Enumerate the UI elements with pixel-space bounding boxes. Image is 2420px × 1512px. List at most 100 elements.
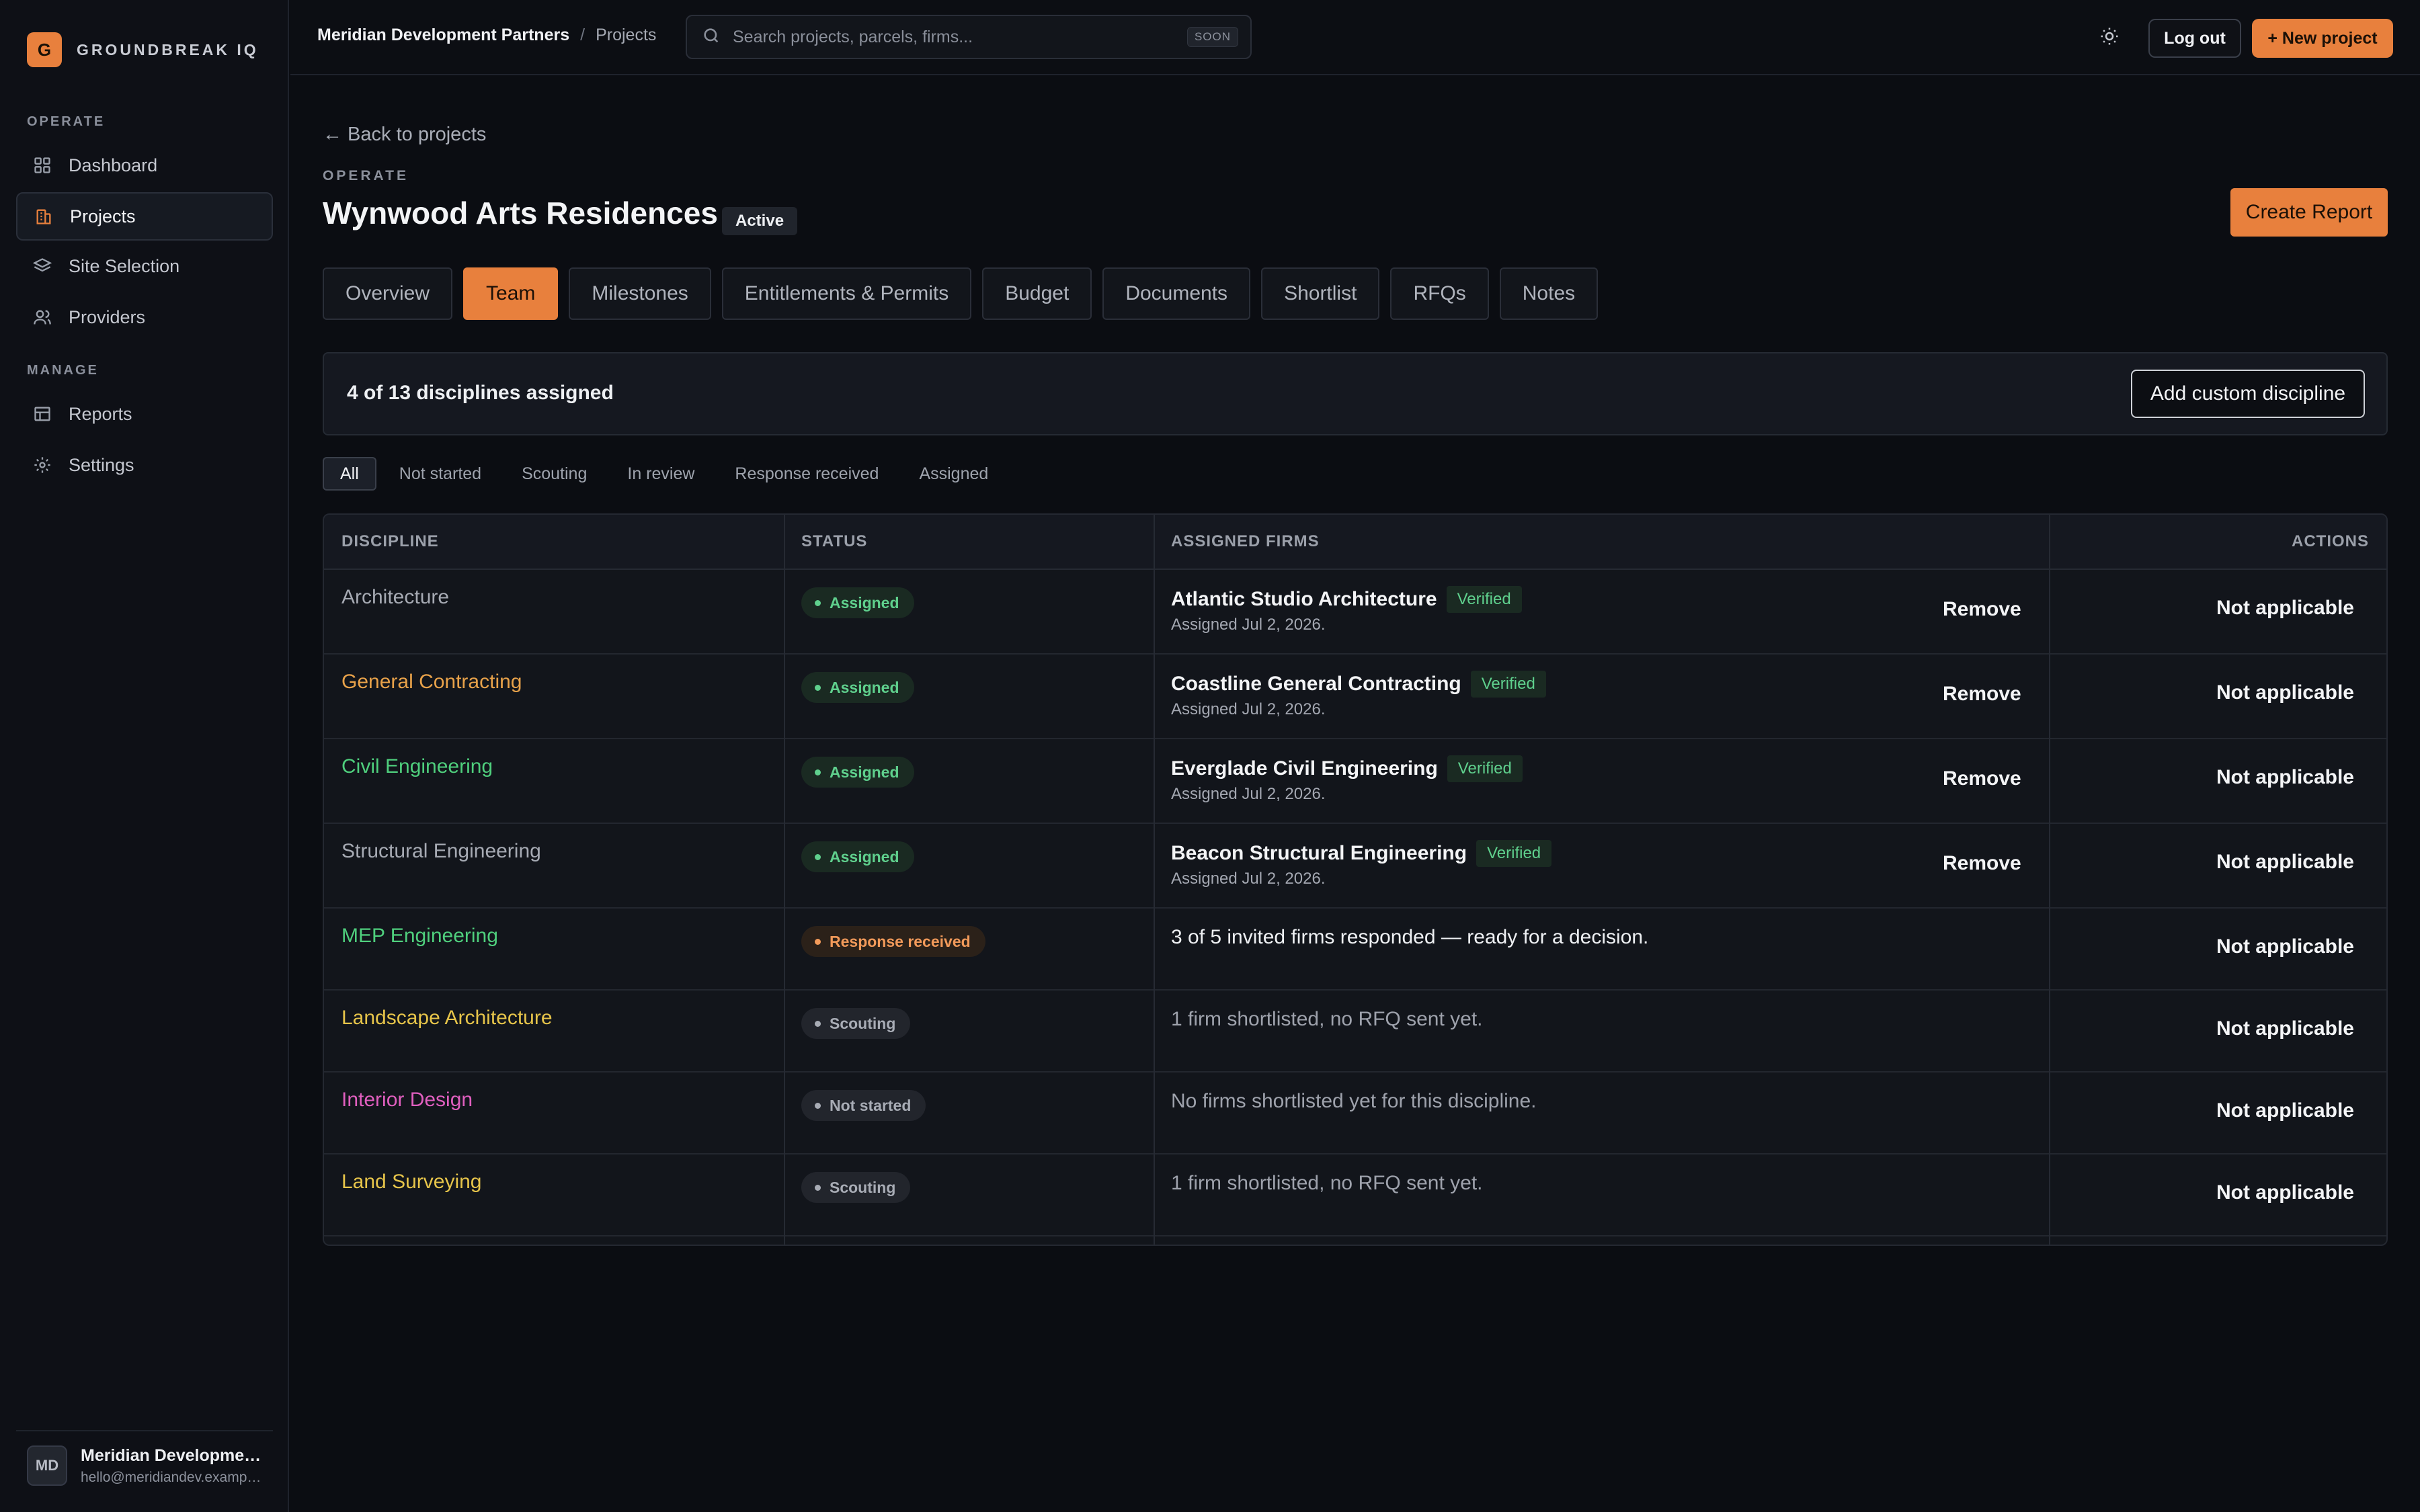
add-custom-discipline-button[interactable]: Add custom discipline (2131, 370, 2365, 418)
sidebar-item-reports[interactable]: Reports (16, 390, 273, 438)
sidebar-item-settings[interactable]: Settings (16, 441, 273, 489)
sidebar-item-dashboard[interactable]: Dashboard (16, 141, 273, 190)
firm-name-text: Everglade Civil Engineering (1171, 757, 1438, 780)
column-header-assigned-firms: ASSIGNED FIRMS (1171, 532, 1320, 550)
tab-budget[interactable]: Budget (982, 267, 1092, 320)
not-applicable-action[interactable]: Not applicable (2216, 681, 2354, 704)
filter-in-review[interactable]: In review (610, 457, 712, 491)
table-header: DISCIPLINE STATUS ASSIGNED FIRMS ACTIONS (324, 515, 2386, 570)
breadcrumb-org[interactable]: Meridian Development Partners (317, 26, 569, 45)
verified-badge: Verified (1476, 840, 1552, 867)
firm-name[interactable]: Beacon Structural Engineering Verified (1171, 840, 1552, 867)
firms-note: 1 firm shortlisted, no RFQ sent yet. (1171, 1172, 1483, 1194)
discipline-name[interactable]: Architecture (341, 586, 449, 609)
remove-firm-button[interactable]: Remove (1943, 683, 2021, 706)
tab-documents[interactable]: Documents (1102, 267, 1251, 320)
brand[interactable]: G GROUNDBREAK IQ (27, 32, 259, 67)
status-pill: Assigned (801, 672, 914, 703)
filter-scouting[interactable]: Scouting (504, 457, 604, 491)
table-row: General Contracting Assigned Coastline G… (324, 655, 2386, 739)
firm-name[interactable]: Everglade Civil Engineering Verified (1171, 755, 1523, 782)
firm-name[interactable]: Atlantic Studio Architecture Verified (1171, 586, 1522, 613)
topbar: Meridian Development Partners / Projects… (290, 0, 2420, 75)
discipline-name[interactable]: Interior Design (341, 1089, 473, 1111)
search-input[interactable]: Search projects, parcels, firms... SOON (686, 15, 1252, 59)
not-applicable-action[interactable]: Not applicable (2216, 597, 2354, 620)
discipline-name[interactable]: Civil Engineering (341, 755, 493, 778)
tab-team[interactable]: Team (463, 267, 559, 320)
new-project-button[interactable]: + New project (2252, 19, 2393, 58)
user-email: hello@meridiandev.example.com (81, 1469, 262, 1485)
theme-toggle-button[interactable] (2093, 22, 2126, 54)
tab-entitlements-permits[interactable]: Entitlements & Permits (721, 267, 972, 320)
brand-name: GROUNDBREAK IQ (77, 40, 259, 58)
tab-overview[interactable]: Overview (323, 267, 453, 320)
sun-icon (2099, 26, 2120, 50)
sidebar-item-projects[interactable]: Projects (16, 192, 273, 241)
users-icon (32, 307, 52, 327)
breadcrumb-separator: / (580, 26, 586, 44)
status-pill: Response received (801, 926, 985, 957)
logout-button[interactable]: Log out (2148, 19, 2241, 58)
user-card[interactable]: MD Meridian Development Partners hello@m… (16, 1430, 273, 1500)
column-header-actions: ACTIONS (2292, 532, 2369, 550)
status-pill: Not started (801, 1090, 926, 1121)
discipline-name[interactable]: Landscape Architecture (341, 1007, 553, 1030)
sidebar-item-label: Dashboard (69, 155, 158, 175)
sidebar-item-site-selection[interactable]: Site Selection (16, 242, 273, 290)
remove-firm-button[interactable]: Remove (1943, 598, 2021, 621)
nav-section-operate: OPERATE (27, 114, 106, 129)
search-soon-badge: SOON (1186, 27, 1238, 47)
sidebar: G GROUNDBREAK IQ OPERATE Dashboard Proje… (0, 0, 289, 1512)
not-applicable-action[interactable]: Not applicable (2216, 935, 2354, 958)
create-report-button[interactable]: Create Report (2230, 188, 2388, 237)
status-pill: Assigned (801, 587, 914, 618)
discipline-name[interactable]: Structural Engineering (341, 840, 541, 863)
table-row: Structural Engineering Assigned Beacon S… (324, 824, 2386, 909)
search-placeholder: Search projects, parcels, firms... (733, 27, 973, 46)
column-header-status: STATUS (801, 532, 868, 550)
breadcrumb-page[interactable]: Projects (596, 26, 656, 45)
layers-icon (32, 256, 52, 276)
tab-milestones[interactable]: Milestones (569, 267, 711, 320)
tab-notes[interactable]: Notes (1499, 267, 1599, 320)
not-applicable-action[interactable]: Not applicable (2216, 851, 2354, 874)
firm-name[interactable]: Coastline General Contracting Verified (1171, 671, 1546, 698)
brand-logo: G (27, 32, 62, 67)
table-row: Landscape Architecture Scouting 1 firm s… (324, 991, 2386, 1073)
discipline-name[interactable]: General Contracting (341, 671, 522, 694)
table-row: Interior Design Not started No firms sho… (324, 1073, 2386, 1154)
table-row: MEP Engineering Response received 3 of 5… (324, 909, 2386, 991)
disciplines-count: 4 of 13 disciplines assigned (347, 382, 614, 404)
table-row: Land Surveying Scouting 1 firm shortlist… (324, 1154, 2386, 1236)
status-pill: Scouting (801, 1172, 911, 1203)
firms-note: 3 of 5 invited firms responded — ready f… (1171, 926, 1649, 948)
status-pill: Assigned (801, 757, 914, 788)
nav-section-manage: MANAGE (27, 363, 99, 378)
tab-shortlist[interactable]: Shortlist (1261, 267, 1380, 320)
verified-badge: Verified (1446, 586, 1522, 613)
filter-response-received[interactable]: Response received (717, 457, 896, 491)
filter-all[interactable]: All (323, 457, 376, 491)
remove-firm-button[interactable]: Remove (1943, 767, 2021, 790)
back-to-projects-link[interactable]: ← Back to projects (323, 124, 486, 146)
discipline-name[interactable]: MEP Engineering (341, 925, 498, 948)
discipline-name[interactable]: Land Surveying (341, 1171, 481, 1193)
not-applicable-action[interactable]: Not applicable (2216, 1099, 2354, 1122)
remove-firm-button[interactable]: Remove (1943, 852, 2021, 875)
column-divider (1154, 515, 1155, 1245)
table-row: Civil Engineering Assigned Everglade Civ… (324, 739, 2386, 824)
not-applicable-action[interactable]: Not applicable (2216, 766, 2354, 789)
filter-assigned[interactable]: Assigned (901, 457, 1006, 491)
firms-note: 1 firm shortlisted, no RFQ sent yet. (1171, 1008, 1483, 1030)
not-applicable-action[interactable]: Not applicable (2216, 1017, 2354, 1040)
building-icon (34, 206, 54, 226)
tab-rfqs[interactable]: RFQs (1390, 267, 1489, 320)
gear-icon (32, 455, 52, 475)
filter-not-started[interactable]: Not started (382, 457, 499, 491)
not-applicable-action[interactable]: Not applicable (2216, 1181, 2354, 1204)
status-filters: All Not started Scouting In review Respo… (323, 457, 1011, 491)
grid-icon (32, 155, 52, 175)
sidebar-item-providers[interactable]: Providers (16, 293, 273, 341)
firms-note: No firms shortlisted yet for this discip… (1171, 1090, 1537, 1112)
